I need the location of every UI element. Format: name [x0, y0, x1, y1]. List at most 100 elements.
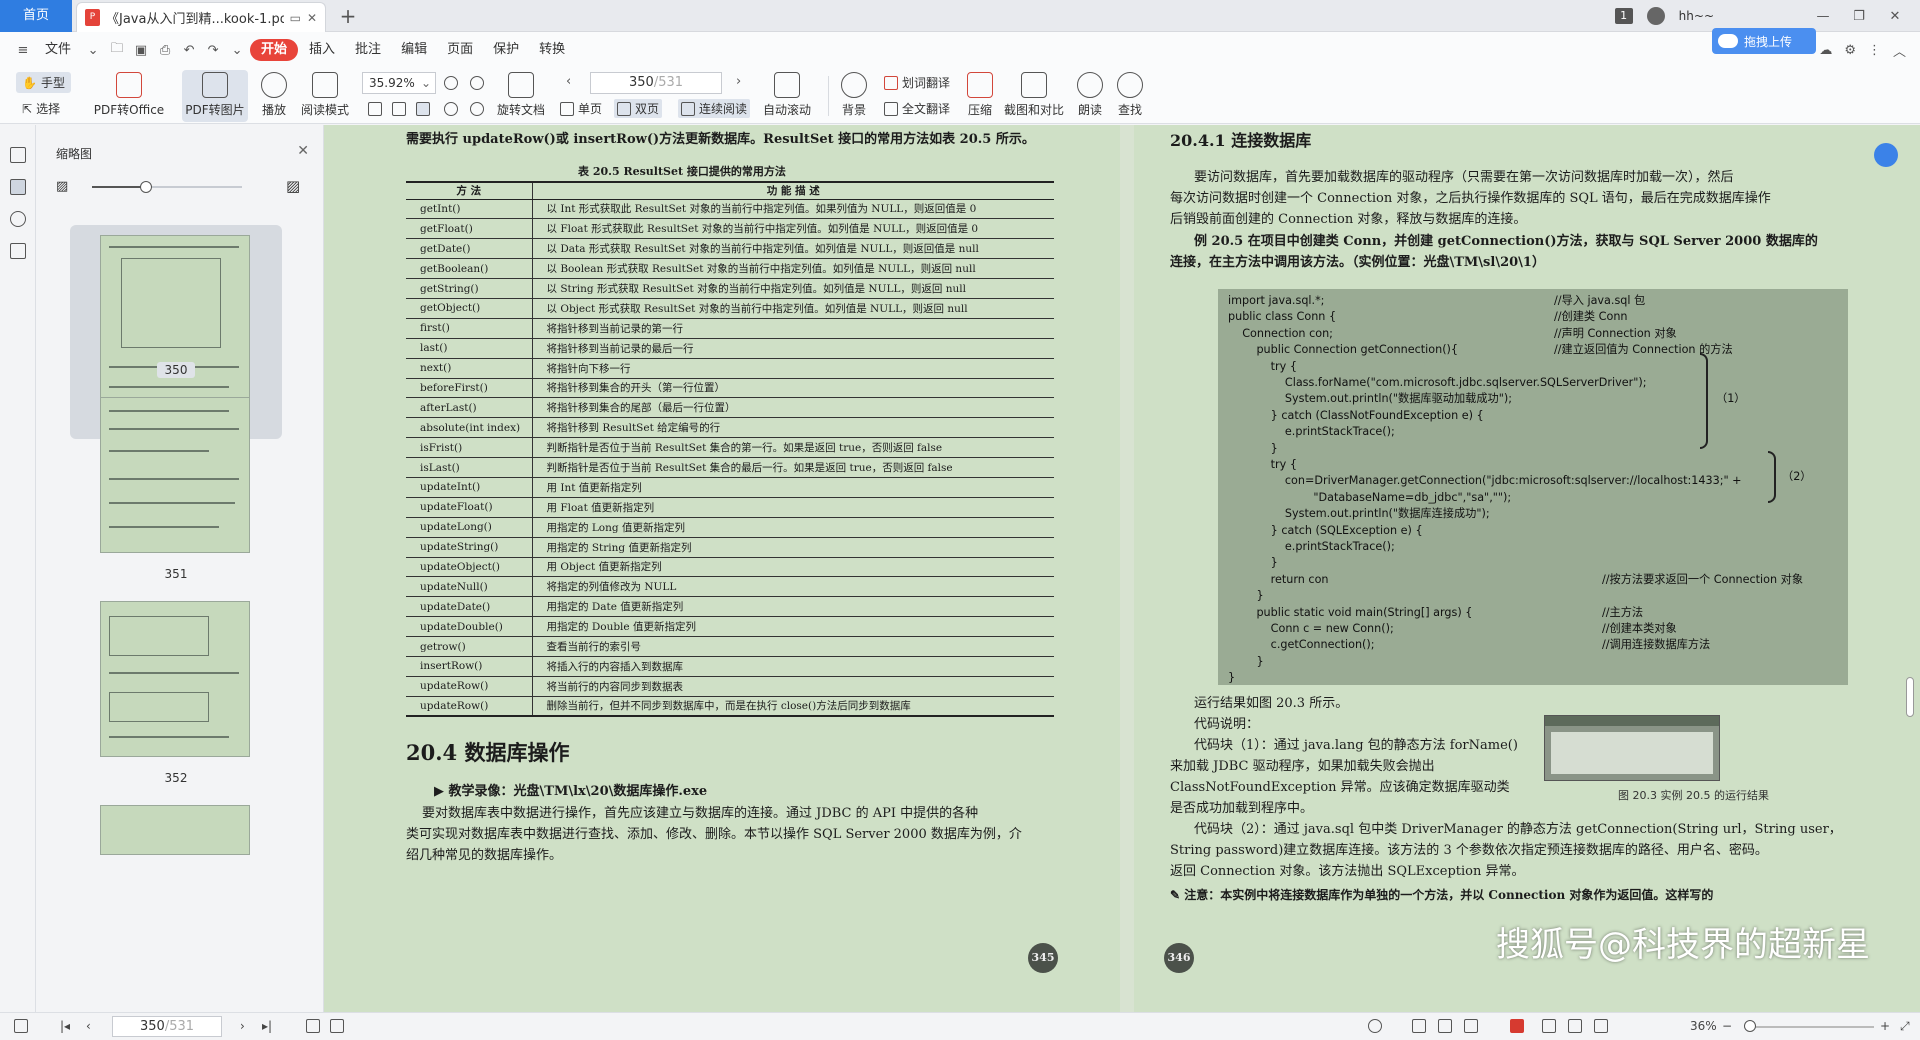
hand-tool[interactable]: ✋ 手型 [16, 72, 71, 93]
signature-icon[interactable] [10, 243, 26, 259]
actual-size-status-icon[interactable] [1594, 1019, 1608, 1033]
customize-icon[interactable]: ⌄ [226, 43, 248, 58]
word-translate-button[interactable]: 划词翻译 [884, 74, 950, 91]
rotate-left-icon[interactable] [444, 102, 458, 116]
select-tool[interactable]: ⇱ 选择 [22, 100, 60, 117]
save-icon[interactable]: ▣ [130, 43, 152, 58]
fit-width-icon[interactable] [416, 102, 430, 116]
last-page-icon[interactable]: ▸| [262, 1019, 272, 1033]
tab-document[interactable]: P 《Java从入门到精...kook-1.pdf ▭ ✕ [76, 2, 326, 32]
close-tab-icon[interactable]: ✕ [307, 11, 317, 25]
new-tab-button[interactable]: + [336, 4, 360, 28]
slider-knob[interactable] [140, 181, 152, 193]
continuous-read-button[interactable]: 连续阅读 [678, 99, 751, 118]
eye-protection-icon[interactable] [1368, 1019, 1382, 1033]
double-page-button[interactable]: 双页 [614, 99, 663, 118]
next-page-icon[interactable]: › [736, 74, 741, 89]
fit-page-status-icon[interactable] [1568, 1019, 1582, 1033]
code-line: } [1228, 654, 1264, 668]
upload-popup[interactable]: 拖拽上传 [1712, 28, 1816, 54]
menu-annotate[interactable]: 批注 [346, 39, 390, 61]
fullscreen-icon[interactable]: ⤢ [1900, 1019, 1910, 1034]
menu-convert[interactable]: 转换 [530, 39, 574, 61]
page-number-input[interactable]: 350/531 [590, 72, 722, 94]
attachment-icon[interactable] [10, 211, 26, 227]
full-translate-button[interactable]: 全文翻译 [884, 100, 950, 117]
background-button[interactable]: 背景 [836, 72, 872, 122]
table-row: absolute(int index) 将指针移到 ResultSet 给定编号的… [406, 417, 1054, 439]
settings-icon[interactable]: ⚙ [1844, 43, 1856, 58]
extract-page-icon[interactable] [330, 1019, 344, 1033]
menu-insert[interactable]: 插入 [300, 39, 344, 61]
user-name[interactable]: hh~~ [1679, 9, 1714, 23]
actual-size-icon[interactable] [368, 102, 382, 116]
sidebar-toggle-icon[interactable] [14, 1019, 28, 1033]
description-cell: 将指针移到当前记录的最后一行 [532, 338, 1054, 359]
zoom-slider-knob[interactable] [1744, 1020, 1756, 1032]
screenshot-compare-button[interactable]: 截图和对比 [1002, 72, 1066, 122]
close-panel-icon[interactable]: ✕ [297, 143, 309, 159]
status-page-input[interactable]: 350/531 [112, 1016, 222, 1037]
description-cell: 以 Boolean 形式获取 ResultSet 对象的当前行中指定列值。如列值… [532, 258, 1054, 280]
menu-page[interactable]: 页面 [438, 39, 482, 61]
undo-icon[interactable]: ↶ [178, 43, 200, 58]
double-page-view-icon[interactable] [1438, 1019, 1452, 1033]
thumbnail-page-353[interactable] [70, 795, 282, 855]
auto-scroll-button[interactable]: 自动滚动 [756, 72, 818, 122]
window-count-badge[interactable]: 1 [1614, 8, 1633, 24]
open-folder-icon[interactable]: 🗀 [106, 39, 128, 61]
prev-page-icon[interactable]: ‹ [86, 1019, 91, 1033]
read-mode-button[interactable]: 阅读模式 [298, 72, 352, 122]
print-icon[interactable]: ⎙ [154, 43, 176, 58]
zoom-in-status-icon[interactable]: + [1880, 1019, 1890, 1033]
menu-start[interactable]: 开始 [250, 39, 299, 61]
next-page-icon[interactable]: › [240, 1019, 245, 1033]
compress-button[interactable]: 压缩 [964, 72, 996, 122]
document-viewer[interactable]: 需要执行 updateRow()或 insertRow()方法更新数据库。Res… [324, 125, 1920, 1012]
thumbnail-page-351[interactable] [70, 387, 282, 563]
user-avatar[interactable] [1646, 7, 1665, 25]
insert-page-icon[interactable] [306, 1019, 320, 1033]
fit-width-status-icon[interactable] [1542, 1019, 1556, 1033]
rotate-document-button[interactable]: 旋转文档 [496, 72, 546, 122]
zoom-slider-track[interactable] [1744, 1026, 1874, 1028]
play-icon[interactable] [1510, 1019, 1524, 1033]
thumbnail-size-slider[interactable]: ▨ ▨ [56, 177, 306, 197]
first-page-icon[interactable]: |◂ [60, 1019, 70, 1033]
viewer-scroll-thumb[interactable] [1906, 677, 1914, 717]
restore-icon[interactable]: ❐ [1848, 9, 1870, 24]
zoom-level[interactable]: 36% [1690, 1019, 1717, 1033]
fit-page-icon[interactable] [392, 102, 406, 116]
read-aloud-button[interactable]: 朗读 [1074, 72, 1106, 122]
close-window-icon[interactable]: ✕ [1884, 9, 1906, 24]
rotate-right-icon[interactable] [470, 102, 484, 116]
zoom-out-status-icon[interactable]: − [1722, 1019, 1732, 1033]
prev-page-icon[interactable]: ‹ [566, 74, 571, 89]
menu-file[interactable]: 文件 [36, 39, 80, 61]
redo-icon[interactable]: ↷ [202, 43, 224, 58]
pdf-to-image-button[interactable]: PDF转图片 [182, 70, 248, 122]
pdf-to-office-button[interactable]: PDF转Office [90, 72, 168, 122]
find-button[interactable]: 查找 [1114, 72, 1146, 122]
chevron-down-icon[interactable]: ⌄ [82, 43, 104, 58]
single-page-button[interactable]: 单页 [560, 100, 602, 117]
sync-icon[interactable]: ☁ [1819, 43, 1832, 58]
play-button[interactable]: 播放 [256, 72, 292, 122]
tab-home[interactable]: 首页 [0, 0, 72, 32]
bookmark-icon[interactable] [10, 147, 26, 163]
hamburger-icon[interactable]: ≡ [12, 43, 34, 58]
minimize-icon[interactable]: — [1812, 9, 1834, 24]
zoom-in-icon[interactable] [470, 76, 484, 90]
more-icon[interactable]: ⋮ [1868, 43, 1881, 58]
menu-edit[interactable]: 编辑 [392, 39, 436, 61]
single-page-view-icon[interactable] [1412, 1019, 1426, 1033]
zoom-out-icon[interactable] [444, 76, 458, 90]
menu-protect[interactable]: 保护 [484, 39, 528, 61]
thumbnail-page-352[interactable] [70, 591, 282, 767]
monitor-icon[interactable]: ▭ [290, 11, 301, 25]
collapse-ribbon-icon[interactable]: ︿ [1893, 41, 1906, 60]
float-tool-icon[interactable] [1874, 143, 1898, 167]
zoom-input[interactable]: 35.92% ⌄ [362, 72, 436, 94]
book-view-icon[interactable] [1464, 1019, 1478, 1033]
thumbnail-icon[interactable] [10, 179, 26, 195]
